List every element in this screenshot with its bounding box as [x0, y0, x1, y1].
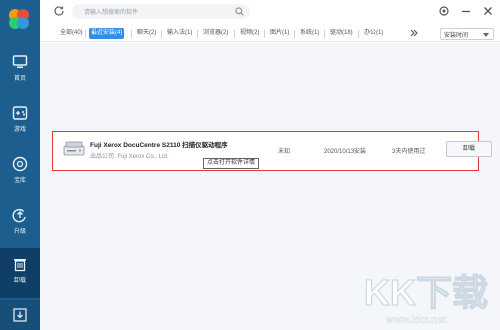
- svg-text:KK下载: KK下载: [364, 272, 488, 313]
- monitor-icon: [12, 55, 28, 68]
- top-bar: 请输入想搜索的软件: [40, 0, 500, 24]
- software-name[interactable]: Fuji Xerox DocuCentre S2110 扫描仪驱动程序: [90, 139, 228, 149]
- download-manager-button[interactable]: [0, 300, 40, 330]
- chevron-right-icon[interactable]: [409, 28, 419, 38]
- tab-recent[interactable]: 最近安装(4): [89, 28, 125, 39]
- tooltip: 点击打开软件详情: [203, 158, 260, 169]
- refresh-icon[interactable]: [53, 5, 65, 17]
- software-size: 未知: [278, 149, 291, 155]
- tab-office[interactable]: 办公(1): [362, 28, 385, 39]
- search-box[interactable]: 请输入想搜索的软件: [72, 4, 250, 19]
- scanner-icon: [63, 141, 85, 156]
- tab-system[interactable]: 系统(1): [298, 28, 321, 39]
- settings-icon[interactable]: [438, 5, 450, 17]
- svg-text:www.kkx.net: www.kkx.net: [385, 315, 447, 326]
- tab-divider: [324, 30, 325, 38]
- uninstall-button[interactable]: 卸载: [446, 141, 492, 157]
- sort-dropdown-label: 安装时间: [444, 33, 469, 39]
- install-date: 2020/10/13安装: [324, 149, 367, 155]
- search-icon[interactable]: [235, 7, 244, 16]
- chevron-down-icon: [483, 33, 489, 37]
- sidebar-item-upgrade[interactable]: 升级: [0, 199, 40, 249]
- tab-divider: [234, 30, 235, 38]
- download-icon: [13, 308, 27, 322]
- tab-all[interactable]: 全部(40): [58, 28, 85, 39]
- sidebar: 首页 游戏 宝库 升级 卸载: [0, 0, 40, 330]
- treasure-icon: [12, 156, 28, 172]
- sidebar-item-treasure[interactable]: 宝库: [0, 148, 40, 198]
- sort-dropdown[interactable]: 安装时间: [440, 28, 494, 40]
- tab-divider: [358, 30, 359, 38]
- tab-image[interactable]: 图片(1): [268, 28, 291, 39]
- minimize-icon[interactable]: [460, 5, 472, 17]
- sidebar-item-uninstall[interactable]: 卸载: [0, 248, 40, 298]
- gamepad-icon: [12, 106, 28, 120]
- tab-browser[interactable]: 浏览器(2): [201, 28, 230, 39]
- sidebar-item-label: 首页: [13, 76, 26, 82]
- sidebar-item-label: 游戏: [13, 127, 26, 133]
- sidebar-item-label: 升级: [13, 229, 26, 235]
- tab-divider: [161, 30, 162, 38]
- sidebar-item-label: 卸载: [13, 278, 26, 284]
- category-tabs: 全部(40) 最近安装(4) 聊天(2) 输入法(1) 浏览器(2) 视频(2)…: [40, 24, 500, 42]
- tab-divider: [294, 30, 295, 38]
- tab-divider: [85, 30, 86, 38]
- list-item[interactable]: Fuji Xerox DocuCentre S2110 扫描仪驱动程序 出品公司…: [52, 131, 492, 171]
- tab-driver[interactable]: 驱动(18): [328, 28, 355, 39]
- tab-divider: [264, 30, 265, 38]
- last-used: 3天内使用过: [392, 149, 426, 155]
- trash-icon: [14, 259, 26, 272]
- window-controls: [438, 5, 494, 17]
- tab-divider: [197, 30, 198, 38]
- close-icon[interactable]: [482, 5, 494, 17]
- sidebar-item-home[interactable]: 首页: [0, 46, 40, 96]
- search-input[interactable]: 请输入想搜索的软件: [84, 7, 138, 16]
- upgrade-icon: [12, 209, 26, 223]
- tab-chat[interactable]: 聊天(2): [135, 28, 158, 39]
- tab-input-method[interactable]: 输入法(1): [165, 28, 194, 39]
- tab-video[interactable]: 视频(2): [238, 28, 261, 39]
- watermark-logo: KK下载 www.kkx.net: [363, 271, 488, 326]
- sidebar-item-label: 宝库: [13, 178, 26, 184]
- sidebar-item-games[interactable]: 游戏: [0, 97, 40, 147]
- app-logo-icon: [9, 9, 29, 29]
- tab-divider: [131, 30, 132, 38]
- software-publisher: 出品公司: Fuji Xerox Co., Ltd.: [90, 154, 169, 160]
